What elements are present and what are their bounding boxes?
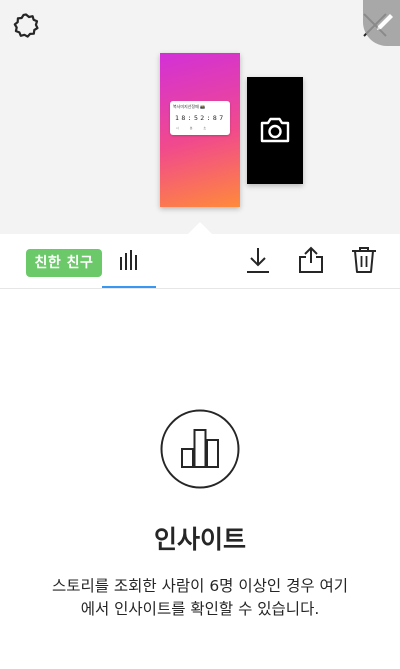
download-button[interactable] [244, 245, 272, 275]
countdown-title: 복사미지선정때 📸 [173, 104, 206, 109]
pencil-icon [377, 14, 393, 30]
close-friends-badge[interactable]: 친한 친구 [26, 249, 102, 277]
settings-button[interactable] [10, 10, 42, 42]
active-tab-indicator [102, 286, 156, 288]
share-button[interactable] [297, 245, 325, 275]
trash-icon [352, 247, 376, 273]
story-preview-area: 복사미지선정때 📸 18:52:87 시 분 초 [0, 0, 400, 234]
insights-chart-icon [160, 409, 240, 489]
countdown-sticker: 복사미지선정때 📸 18:52:87 시 분 초 [170, 101, 230, 135]
add-story-camera-tile[interactable] [247, 77, 303, 184]
edit-floating-button[interactable] [363, 0, 400, 46]
story-thumbnail[interactable]: 복사미지선정때 📸 18:52:87 시 분 초 [160, 53, 240, 207]
countdown-units: 시 분 초 [176, 126, 212, 130]
camera-icon [260, 117, 290, 143]
insights-heading: 인사이트 [153, 525, 246, 554]
tab-insights[interactable] [102, 234, 156, 288]
download-icon [247, 248, 269, 273]
delete-button[interactable] [350, 245, 378, 275]
settings-gear-icon [13, 13, 39, 38]
selected-story-pointer [188, 222, 212, 234]
share-icon [299, 246, 323, 273]
insights-bars-icon [120, 250, 137, 270]
story-toolbar: 친한 친구 [0, 234, 400, 289]
insights-description: 스토리를 조회한 사람이 6명 이상인 경우 여기에서 인사이트를 확인할 수 … [51, 577, 349, 618]
countdown-digits: 18:52:87 [175, 114, 226, 122]
